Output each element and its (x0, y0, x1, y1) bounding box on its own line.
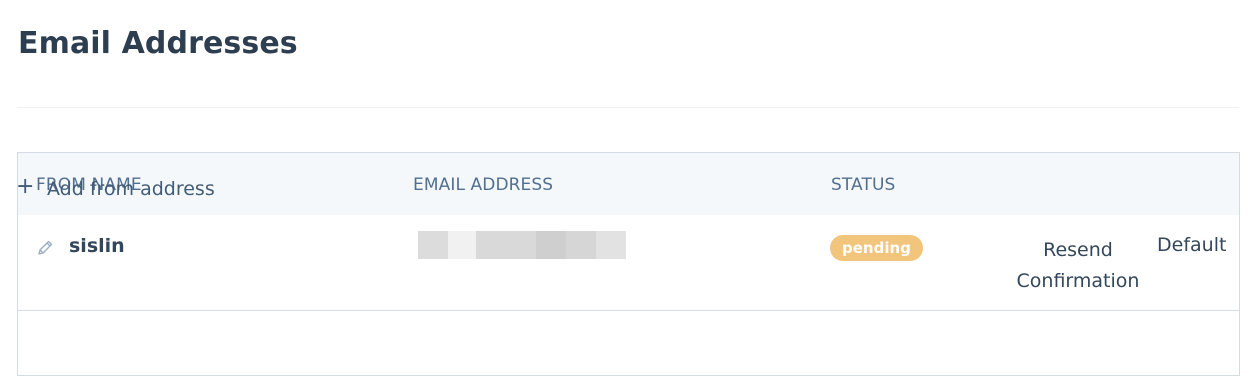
resend-confirmation-link[interactable]: Resend Confirmation (1013, 235, 1143, 297)
status-badge: pending (830, 235, 923, 261)
set-default-link[interactable]: Default (1157, 234, 1226, 256)
column-header-email-address: EMAIL ADDRESS (413, 175, 554, 195)
pencil-icon[interactable] (36, 239, 54, 257)
title-divider (17, 107, 1239, 108)
add-from-address-row[interactable] (18, 311, 1239, 375)
column-header-status: STATUS (831, 175, 896, 195)
page-title: Email Addresses (18, 26, 298, 61)
from-name: sislin (69, 235, 125, 257)
email-addresses-page: Email Addresses FROM NAME EMAIL ADDRESS … (0, 0, 1255, 387)
email-address-redacted (418, 231, 650, 259)
add-from-address-button[interactable]: Add from address (47, 178, 215, 200)
table-row: sislin pending Resend Confirmation Defau… (18, 215, 1239, 311)
plus-icon[interactable]: + (16, 176, 34, 198)
